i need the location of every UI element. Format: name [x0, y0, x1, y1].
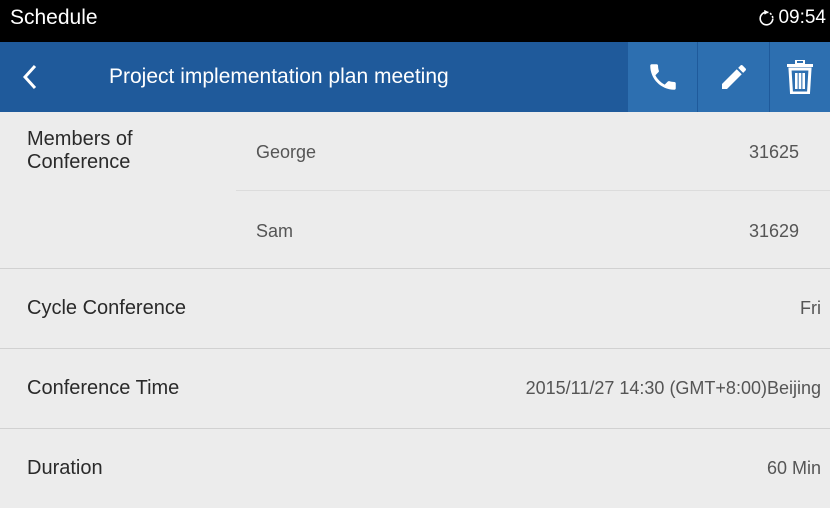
chevron-left-icon	[23, 64, 37, 90]
duration-label: Duration	[27, 457, 103, 479]
status-bar: Schedule 09:54	[0, 0, 830, 42]
sync-icon	[758, 9, 775, 27]
edit-button[interactable]	[698, 42, 769, 112]
conference-time-row[interactable]: Conference Time 2015/11/27 14:30 (GMT+8:…	[0, 349, 830, 429]
app-name: Schedule	[10, 6, 98, 29]
member-row[interactable]: George 31625	[236, 112, 830, 191]
cycle-conference-label: Cycle Conference	[27, 297, 186, 319]
member-row[interactable]: Sam 31629	[236, 191, 830, 269]
duration-value: 60 Min	[766, 458, 821, 478]
members-section: Members of Conference George 31625 Sam 3…	[0, 112, 830, 269]
cycle-conference-value: Fri	[800, 298, 821, 318]
duration-row[interactable]: Duration 60 Min	[0, 429, 830, 508]
member-number: 31629	[748, 221, 799, 241]
cycle-conference-row[interactable]: Cycle Conference Fri	[0, 269, 830, 349]
trash-icon	[787, 60, 813, 94]
call-button[interactable]	[628, 42, 697, 112]
status-clock: 09:54	[758, 7, 826, 29]
app-bar: Project implementation plan meeting	[0, 42, 830, 112]
delete-button[interactable]	[770, 42, 830, 112]
member-number: 31625	[748, 142, 799, 162]
conference-time-label: Conference Time	[27, 377, 180, 399]
members-label: Members of Conference	[27, 128, 133, 173]
conference-time-value: 2015/11/27 14:30 (GMT+8:00)Beijing	[525, 378, 821, 398]
page-title: Project implementation plan meeting	[109, 65, 449, 88]
schedule-details: Members of Conference George 31625 Sam 3…	[0, 112, 830, 501]
member-name: George	[256, 142, 317, 162]
phone-icon	[649, 64, 676, 90]
back-button[interactable]	[0, 42, 60, 112]
pencil-icon	[721, 64, 746, 89]
status-time: 09:54	[778, 7, 826, 28]
member-name: Sam	[256, 221, 294, 241]
